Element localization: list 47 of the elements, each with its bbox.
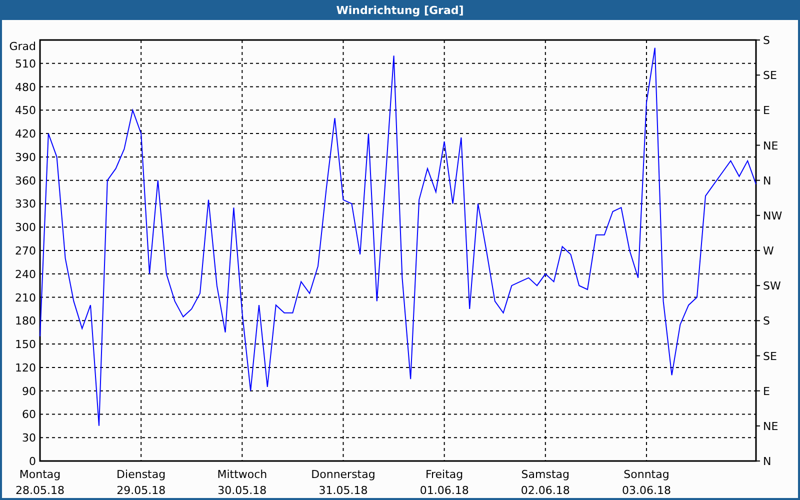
- date-label: 03.06.18: [622, 484, 671, 496]
- day-label: Mittwoch: [217, 468, 268, 481]
- date-label: 28.05.18: [16, 484, 64, 496]
- compass-label: NW: [763, 209, 782, 222]
- compass-label: W: [763, 244, 774, 258]
- y-tick-label: 180: [15, 314, 36, 328]
- compass-label: SE: [763, 350, 777, 363]
- compass-label: NE: [763, 420, 778, 433]
- y-tick-label: 330: [15, 198, 36, 211]
- date-label: 31.05.18: [318, 484, 368, 496]
- window-title: Windrichtung [Grad]: [336, 4, 464, 16]
- y-tick-label: 90: [22, 384, 36, 398]
- compass-label: SE: [763, 69, 777, 82]
- day-label: Samstag: [521, 468, 570, 481]
- date-label: 02.06.18: [520, 484, 570, 496]
- day-label: Freitag: [426, 468, 464, 481]
- y-tick-label: 450: [15, 104, 36, 118]
- compass-label: NE: [763, 139, 778, 152]
- compass-label: N: [763, 455, 772, 468]
- y-tick-label: 270: [15, 244, 36, 258]
- day-label: Donnerstag: [311, 468, 376, 481]
- y-tick-label: 390: [15, 150, 36, 164]
- y-tick-label: 480: [15, 80, 36, 94]
- day-label: Dienstag: [116, 468, 166, 481]
- y-tick-label: 120: [15, 361, 36, 374]
- compass-label: E: [763, 104, 770, 118]
- y-tick-label: 150: [15, 338, 36, 352]
- y-tick-label: 240: [15, 268, 36, 281]
- date-label: 30.05.18: [218, 484, 267, 496]
- date-label: 29.05.18: [116, 484, 166, 496]
- y-tick-label: 510: [15, 57, 36, 70]
- y-tick-label: 210: [15, 291, 36, 304]
- compass-label: S: [763, 34, 770, 47]
- compass-label: N: [763, 174, 772, 188]
- compass-label: E: [763, 384, 770, 398]
- compass-label: SW: [763, 280, 781, 293]
- y-tick-label: 0: [29, 455, 36, 468]
- y-tick-label: 30: [22, 432, 36, 445]
- day-label: Montag: [19, 468, 61, 481]
- y-tick-label: 60: [22, 408, 36, 422]
- y-tick-label: 300: [15, 221, 36, 234]
- y-tick-label: 360: [15, 174, 36, 188]
- compass-label: S: [763, 314, 770, 328]
- day-label: Sonntag: [624, 468, 670, 481]
- y-axis-label: Grad: [9, 40, 36, 53]
- date-label: 01.06.18: [420, 484, 469, 496]
- y-tick-label: 420: [15, 128, 36, 141]
